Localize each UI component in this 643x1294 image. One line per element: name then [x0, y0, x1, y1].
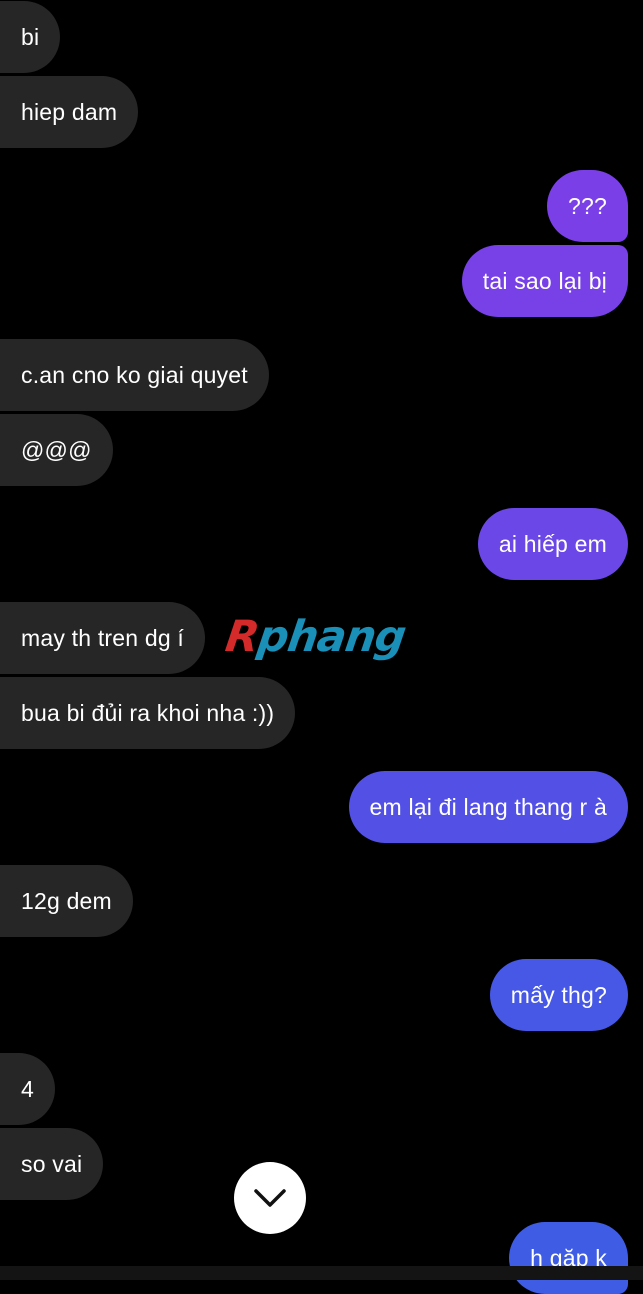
message-bubble-incoming[interactable]: hiep dam [0, 76, 139, 148]
message-bubble-incoming[interactable]: 12g dem [0, 865, 133, 937]
scroll-to-bottom-button[interactable] [234, 1162, 306, 1234]
watermark-logo: Rphang [222, 612, 408, 662]
chevron-down-icon [254, 1189, 286, 1207]
message-bubble-incoming[interactable]: bua bi đủi ra khoi nha :)) [0, 677, 296, 749]
message-bubble-incoming[interactable]: bi [0, 1, 61, 73]
message-bubble-outgoing[interactable]: tai sao lại bị [461, 245, 628, 317]
watermark-text: phang [254, 612, 409, 662]
message-bubble-outgoing[interactable]: ??? [547, 170, 628, 242]
message-bubble-incoming[interactable]: may th tren dg í [0, 602, 205, 674]
message-bubble-incoming[interactable]: so vai [0, 1128, 104, 1200]
composer-bar-edge [0, 1266, 643, 1280]
message-thread: bi hiep dam ??? tai sao lại bị c.an cno … [0, 0, 643, 1294]
message-bubble-incoming[interactable]: @@@ [0, 414, 113, 486]
message-bubble-outgoing[interactable]: h gặp k [509, 1222, 628, 1294]
message-bubble-outgoing[interactable]: mấy thg? [489, 959, 628, 1031]
message-bubble-outgoing[interactable]: ai hiếp em [477, 508, 628, 580]
message-bubble-incoming[interactable]: c.an cno ko giai quyet [0, 339, 269, 411]
message-bubble-outgoing[interactable]: em lại đi lang thang r à [348, 771, 628, 843]
message-bubble-incoming[interactable]: 4 [0, 1053, 55, 1125]
